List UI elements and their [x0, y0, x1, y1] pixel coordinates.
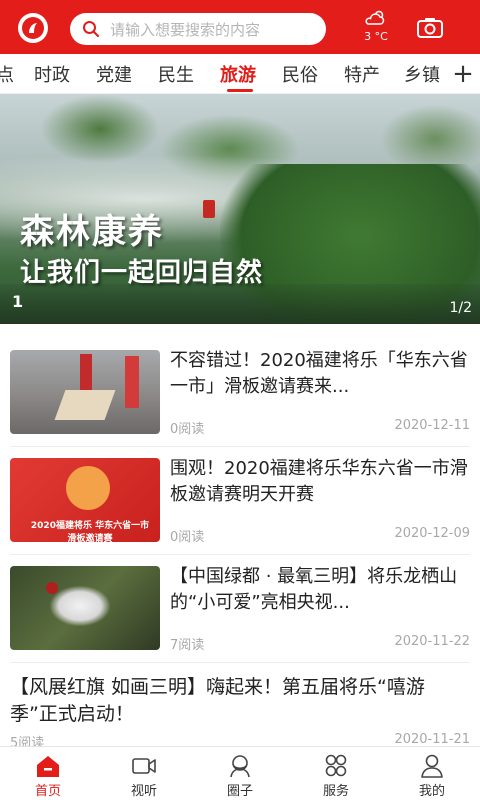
banner-seal-stamp: [203, 200, 215, 218]
news-thumbnail: 2020福建将乐 华东六省一市滑板邀请赛: [10, 458, 160, 542]
search-bar[interactable]: 请输入想要搜索的内容: [70, 13, 326, 45]
nav-home-label: 首页: [34, 784, 61, 799]
thumb-banner-flag: [80, 354, 92, 394]
news-read-count: 0阅读: [170, 422, 205, 437]
news-date: 2020-11-21: [394, 732, 470, 747]
app-root: 请输入想要搜索的内容 3 °C 点 时政 党建 民生 旅游 民俗 特产 乡镇 +: [0, 0, 480, 800]
tab-tourism[interactable]: 旅游: [220, 61, 256, 87]
news-title: 【中国绿都 · 最氧三明】将乐龙栖山的“小可爱”亮相央视...: [170, 566, 458, 613]
divider: [10, 554, 470, 555]
weather-cloud-sun-icon: [365, 10, 385, 25]
thumb-skate-ramp: [54, 390, 116, 420]
grid-icon: [325, 754, 347, 777]
banner-subtitle: 让我们一起回归自然: [20, 258, 264, 288]
top-bar: 请输入想要搜索的内容 3 °C: [0, 0, 480, 54]
tab-specialty[interactable]: 特产: [344, 61, 380, 87]
banner-index: 1: [12, 292, 24, 311]
tab-party[interactable]: 党建: [96, 61, 132, 87]
news-date: 2020-12-09: [394, 526, 470, 541]
news-date: 2020-11-22: [394, 634, 470, 649]
tab-folk[interactable]: 民俗: [282, 61, 318, 87]
tab-partial[interactable]: 点: [0, 61, 14, 87]
news-title: 围观！2020福建将乐华东六省一市滑板邀请赛明天开赛: [170, 458, 468, 505]
nav-video[interactable]: 视听: [96, 747, 192, 800]
news-title: 不容错过！2020福建将乐「华东六省一市」滑板邀请赛来...: [170, 350, 468, 397]
weather-widget[interactable]: 3 °C: [358, 8, 394, 48]
thumb-banner-flag: [125, 356, 139, 408]
thumb-mascot-figure: [66, 466, 110, 510]
news-item[interactable]: 2020福建将乐 华东六省一市滑板邀请赛 围观！2020福建将乐华东六省一市滑板…: [0, 458, 480, 545]
banner-ground: [0, 284, 480, 324]
tab-more-button[interactable]: +: [446, 54, 480, 93]
news-title: 【风展红旗 如画三明】嗨起来！第五届将乐“嘻游季”正式启动！: [10, 676, 425, 725]
news-thumbnail: [10, 350, 160, 434]
category-tabs: 点 时政 党建 民生 旅游 民俗 特产 乡镇 +: [0, 54, 480, 94]
nav-service[interactable]: 服务: [288, 747, 384, 800]
tab-politics[interactable]: 时政: [34, 61, 70, 87]
camera-icon[interactable]: [416, 16, 444, 40]
nav-profile-label: 我的: [418, 784, 445, 799]
news-read-count: 0阅读: [170, 530, 205, 545]
nav-service-label: 服务: [322, 784, 349, 799]
news-read-count: 7阅读: [170, 638, 205, 653]
nav-profile[interactable]: 我的: [384, 747, 480, 800]
nav-community[interactable]: 圈子: [192, 747, 288, 800]
tab-livelihood[interactable]: 民生: [158, 61, 194, 87]
news-item[interactable]: 【风展红旗 如画三明】嗨起来！第五届将乐“嘻游季”正式启动！ 5阅读 2020-…: [0, 674, 480, 751]
news-thumbnail: [10, 566, 160, 650]
banner-title: 森林康养: [20, 212, 164, 252]
tab-towns[interactable]: 乡镇: [404, 61, 440, 87]
nav-video-label: 视听: [130, 784, 157, 799]
thumb-poster-text: 2020福建将乐 华东六省一市滑板邀请赛: [30, 521, 150, 542]
community-icon: [230, 755, 250, 778]
logo-mark: [22, 17, 44, 39]
home-icon: [37, 756, 59, 777]
thumb-pheasant-head: [46, 582, 58, 594]
news-date: 2020-12-11: [394, 418, 470, 433]
weather-temperature: 3 °C: [364, 30, 388, 43]
nav-community-label: 圈子: [226, 784, 253, 799]
app-logo[interactable]: [18, 13, 48, 43]
news-item[interactable]: 不容错过！2020福建将乐「华东六省一市」滑板邀请赛来... 0阅读 2020-…: [0, 350, 480, 437]
thumb-pheasant-body: [50, 586, 110, 626]
search-placeholder: 请输入想要搜索的内容: [110, 20, 261, 39]
search-icon: [83, 21, 99, 37]
user-icon: [421, 754, 443, 778]
bottom-navigation: 首页 视听 圈子 服务 我的: [0, 746, 480, 800]
divider: [10, 446, 470, 447]
divider: [10, 662, 470, 663]
nav-home[interactable]: 首页: [0, 747, 96, 800]
news-item[interactable]: 【中国绿都 · 最氧三明】将乐龙栖山的“小可爱”亮相央视... 7阅读 2020…: [0, 566, 480, 653]
video-icon: [132, 758, 156, 774]
banner-pager: 1/2: [449, 300, 472, 316]
active-tab-indicator: [227, 89, 253, 92]
banner-carousel[interactable]: 森林康养 让我们一起回归自然 1 1/2: [0, 94, 480, 324]
